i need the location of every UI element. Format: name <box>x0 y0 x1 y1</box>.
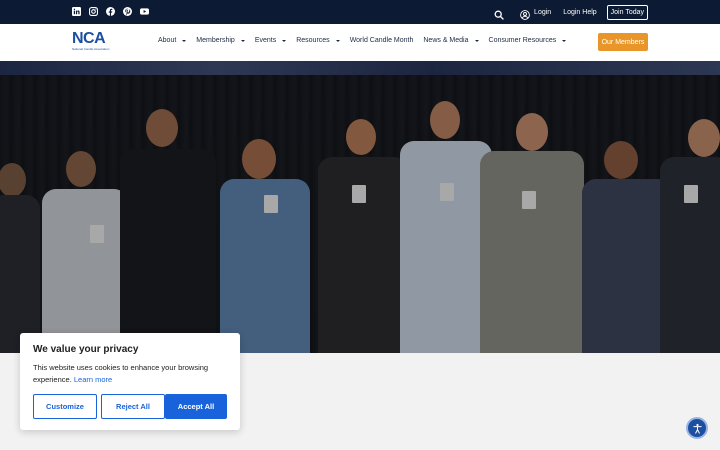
logo-mark: NCA <box>72 30 106 47</box>
utility-links: Login Login Help Join Today <box>494 4 648 20</box>
top-utility-bar: Login Login Help Join Today <box>0 0 720 24</box>
nav-label: Resources <box>296 37 330 44</box>
nav-label: Membership <box>196 37 235 44</box>
user-icon <box>520 7 530 20</box>
accessibility-button[interactable] <box>686 417 708 439</box>
reject-all-button[interactable]: Reject All <box>101 394 165 419</box>
our-members-button[interactable]: Our Members <box>598 33 648 51</box>
hero-group-photo <box>0 61 720 353</box>
login-help-link[interactable]: Login Help <box>563 9 596 16</box>
pinterest-icon[interactable] <box>123 7 132 16</box>
customize-button[interactable]: Customize <box>33 394 97 419</box>
nav-label: About <box>158 37 177 44</box>
cookie-title: We value your privacy <box>33 344 139 355</box>
nav-about[interactable]: About <box>158 37 187 44</box>
nav-events[interactable]: Events <box>254 37 287 44</box>
chevron-down-icon <box>474 39 479 42</box>
chevron-down-icon <box>240 39 245 42</box>
nav-world-candle-month[interactable]: World Candle Month <box>350 37 414 44</box>
cookie-text: This website uses cookies to enhance you… <box>33 362 228 386</box>
nav-news-media[interactable]: News & Media <box>423 37 479 44</box>
nav-resources[interactable]: Resources <box>296 37 340 44</box>
nav-label: Consumer Resources <box>488 37 557 44</box>
search-icon[interactable] <box>494 7 504 20</box>
youtube-icon[interactable] <box>140 7 149 16</box>
accept-all-button[interactable]: Accept All <box>165 394 227 419</box>
social-links <box>72 7 149 16</box>
chevron-down-icon <box>562 39 567 42</box>
login-link[interactable]: Login <box>534 9 551 16</box>
facebook-icon[interactable] <box>106 7 115 16</box>
accessibility-icon <box>692 423 702 434</box>
nav-label: Events <box>254 37 277 44</box>
nav-consumer-resources[interactable]: Consumer Resources <box>489 37 567 44</box>
cookie-consent-banner: We value your privacy This website uses … <box>20 333 240 430</box>
chevron-down-icon <box>182 39 187 42</box>
nav-label: News & Media <box>423 37 469 44</box>
instagram-icon[interactable] <box>89 7 98 16</box>
linkedin-icon[interactable] <box>72 7 81 16</box>
hero-overlay <box>0 61 720 353</box>
chevron-down-icon <box>282 39 287 42</box>
join-today-button[interactable]: Join Today <box>606 4 648 20</box>
nav-label: World Candle Month <box>349 37 414 44</box>
nav-membership[interactable]: Membership <box>196 37 245 44</box>
primary-nav: About Membership Events Resources World … <box>158 37 576 44</box>
chevron-down-icon <box>335 39 340 42</box>
nca-logo[interactable]: NCA National Candle Association <box>72 31 120 55</box>
learn-more-link[interactable]: Learn more <box>74 375 112 384</box>
logo-subtitle: National Candle Association <box>72 47 110 51</box>
cookie-message: This website uses cookies to enhance you… <box>33 363 209 384</box>
